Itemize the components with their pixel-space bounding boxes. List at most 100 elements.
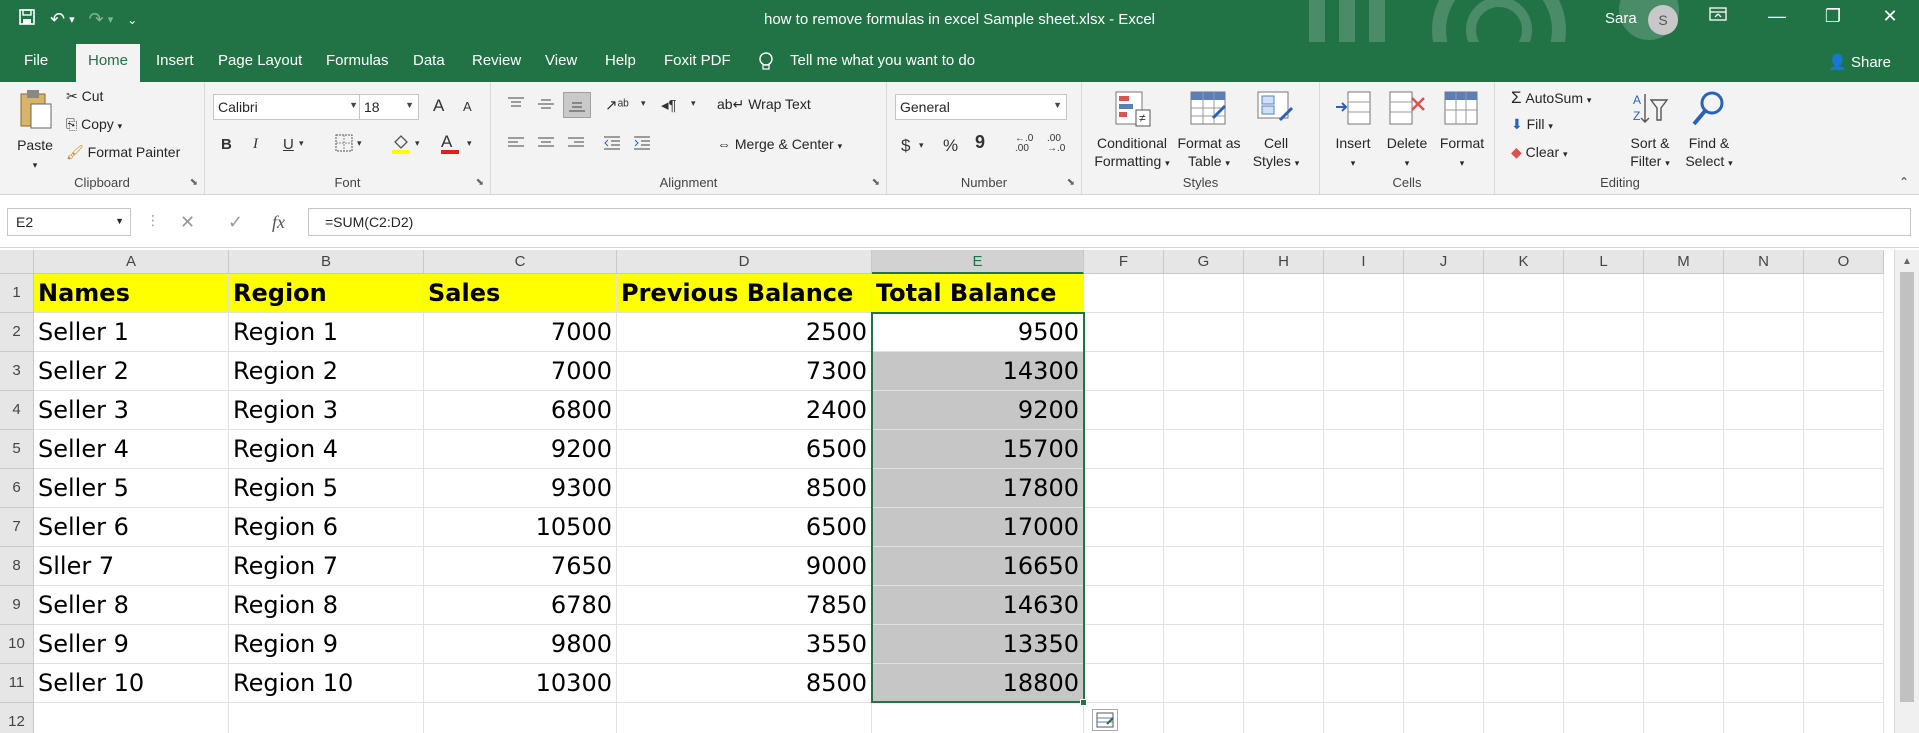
cell-b12[interactable] [229,703,424,733]
cell-h2[interactable] [1244,313,1324,352]
cell-l3[interactable] [1564,352,1644,391]
format-as-table-button[interactable]: Format as Table ▾ [1174,90,1244,172]
cell-h9[interactable] [1244,586,1324,625]
increase-indent-icon[interactable] [633,136,651,154]
tab-home[interactable]: Home [76,44,141,82]
row-header-7[interactable]: 7 [0,508,34,547]
cell-a10[interactable]: Seller 9 [34,625,229,664]
cell-l8[interactable] [1564,547,1644,586]
vertical-scrollbar[interactable]: ▲ [1894,250,1919,733]
cell-j4[interactable] [1404,391,1484,430]
cell-i1[interactable] [1324,274,1404,313]
cell-o3[interactable] [1804,352,1884,391]
tab-formulas[interactable]: Formulas [326,52,389,69]
cell-d6[interactable]: 8500 [617,469,872,508]
cell-n2[interactable] [1724,313,1804,352]
cell-n8[interactable] [1724,547,1804,586]
middle-align-icon[interactable] [537,96,555,116]
cell-k3[interactable] [1484,352,1564,391]
cell-l1[interactable] [1564,274,1644,313]
cell-d4[interactable]: 2400 [617,391,872,430]
cell-e12[interactable] [872,703,1084,733]
cell-m1[interactable] [1644,274,1724,313]
cell-h5[interactable] [1244,430,1324,469]
cell-c9[interactable]: 6780 [424,586,617,625]
orientation-icon[interactable]: ↗ᵃᵇ [605,96,629,114]
font-color-icon[interactable]: A [441,132,459,154]
tab-file[interactable]: File [24,52,48,69]
confirm-entry-icon[interactable]: ✓ [228,212,243,233]
wrap-text-button[interactable]: ab↵ Wrap Text [717,96,811,113]
scroll-up-icon[interactable]: ▲ [1902,256,1912,267]
cell-n12[interactable] [1724,703,1804,733]
fill-button[interactable]: ⬇ Fill ▾ [1511,116,1553,133]
paste-button[interactable]: Paste ▾ [12,88,58,174]
cell-j7[interactable] [1404,508,1484,547]
cell-k1[interactable] [1484,274,1564,313]
format-painter-button[interactable]: 🖌 Format Painter [66,144,180,161]
comma-style-button[interactable]: 9 [975,132,985,153]
cell-b2[interactable]: Region 1 [229,313,424,352]
fill-color-dropdown-icon[interactable]: ▾ [415,138,420,149]
fill-color-icon[interactable] [391,132,411,158]
scroll-thumb[interactable] [1900,272,1914,702]
cell-a3[interactable]: Seller 2 [34,352,229,391]
cell-k2[interactable] [1484,313,1564,352]
cell-g1[interactable] [1164,274,1244,313]
merge-center-button[interactable]: ⇔ Merge & Center ▾ [717,136,842,152]
tab-foxit-pdf[interactable]: Foxit PDF [664,52,731,69]
cell-k4[interactable] [1484,391,1564,430]
cell-o5[interactable] [1804,430,1884,469]
cell-n6[interactable] [1724,469,1804,508]
cell-e5[interactable]: 15700 [872,430,1084,469]
cell-i4[interactable] [1324,391,1404,430]
row-header-11[interactable]: 11 [0,664,34,703]
cell-g11[interactable] [1164,664,1244,703]
cell-d11[interactable]: 8500 [617,664,872,703]
insert-cells-button[interactable]: Insert ▾ [1328,90,1378,172]
cell-j3[interactable] [1404,352,1484,391]
cell-n7[interactable] [1724,508,1804,547]
row-header-4[interactable]: 4 [0,391,34,430]
cell-b9[interactable]: Region 8 [229,586,424,625]
formula-input[interactable]: =SUM(C2:D2) [308,208,1911,236]
column-header-i[interactable]: I [1324,250,1404,274]
cell-e10[interactable]: 13350 [872,625,1084,664]
cell-b10[interactable]: Region 9 [229,625,424,664]
cell-k8[interactable] [1484,547,1564,586]
cell-c5[interactable]: 9200 [424,430,617,469]
cell-e3[interactable]: 14300 [872,352,1084,391]
cell-h7[interactable] [1244,508,1324,547]
cell-i7[interactable] [1324,508,1404,547]
cell-m6[interactable] [1644,469,1724,508]
cell-e11[interactable]: 18800 [872,664,1084,703]
cell-f7[interactable] [1084,508,1164,547]
cell-d3[interactable]: 7300 [617,352,872,391]
number-format-combo[interactable]: General ▼ [895,94,1067,120]
cell-g8[interactable] [1164,547,1244,586]
row-header-1[interactable]: 1 [0,274,34,313]
column-header-o[interactable]: O [1804,250,1884,274]
cell-g12[interactable] [1164,703,1244,733]
cell-a12[interactable] [34,703,229,733]
cell-m2[interactable] [1644,313,1724,352]
copy-button[interactable]: ⎘ Copy ▾ [66,116,122,133]
cell-a1[interactable]: Names [34,274,229,313]
cell-c10[interactable]: 9800 [424,625,617,664]
borders-icon[interactable] [335,134,353,156]
cell-j5[interactable] [1404,430,1484,469]
cell-l10[interactable] [1564,625,1644,664]
cell-m7[interactable] [1644,508,1724,547]
quick-analysis-button[interactable] [1092,709,1118,731]
cell-c11[interactable]: 10300 [424,664,617,703]
avatar[interactable]: S [1648,5,1678,35]
cell-j12[interactable] [1404,703,1484,733]
cell-b1[interactable]: Region [229,274,424,313]
cell-m11[interactable] [1644,664,1724,703]
grow-font-button[interactable]: A [433,96,444,116]
row-header-9[interactable]: 9 [0,586,34,625]
cell-d8[interactable]: 9000 [617,547,872,586]
column-header-g[interactable]: G [1164,250,1244,274]
cell-g4[interactable] [1164,391,1244,430]
cell-o1[interactable] [1804,274,1884,313]
